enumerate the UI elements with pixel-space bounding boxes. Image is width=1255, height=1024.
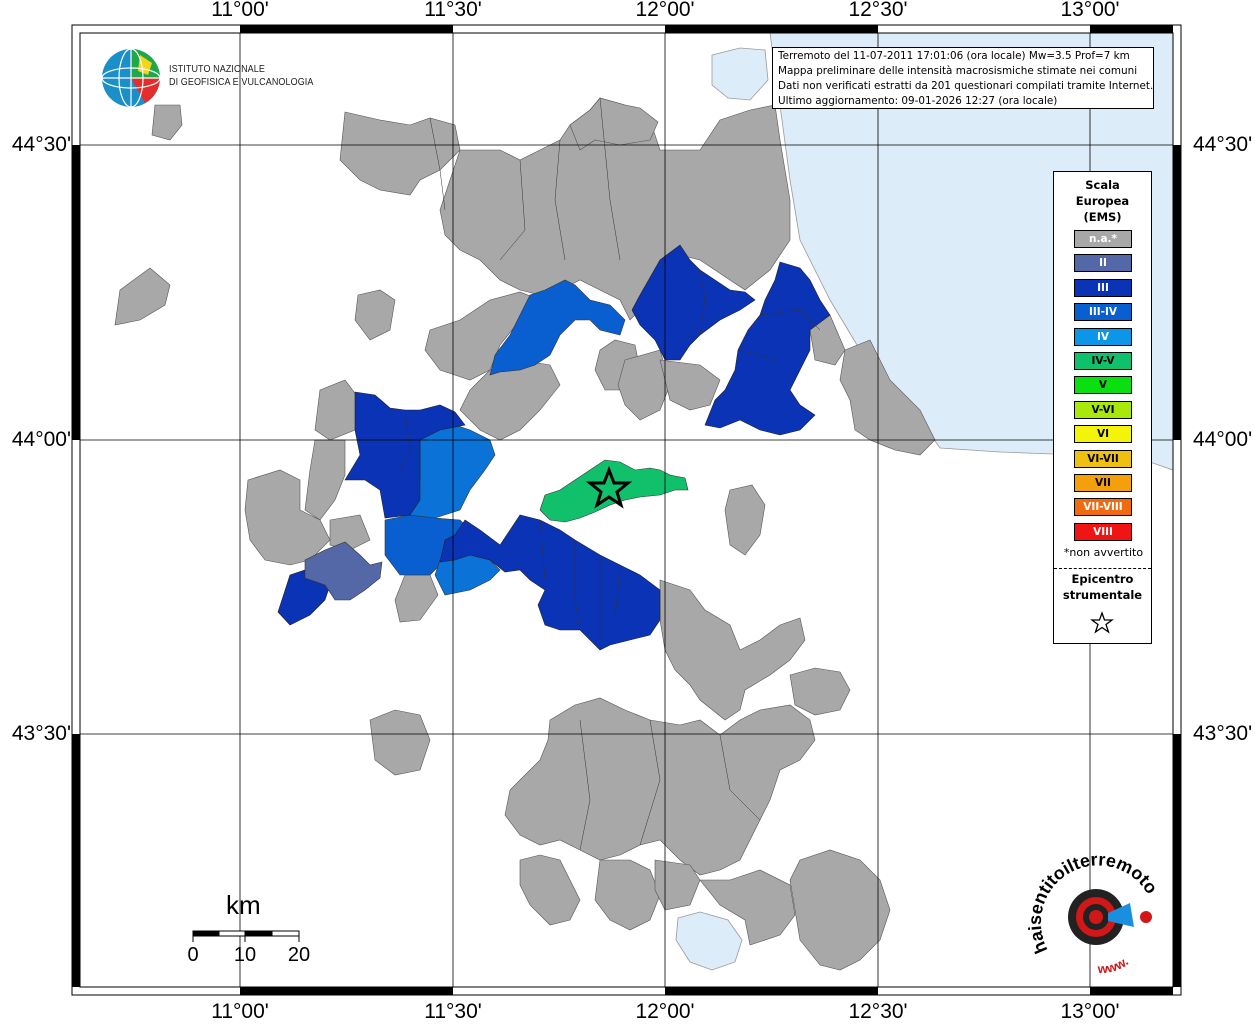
legend-item: n.a.* [1074,230,1132,248]
lat-label-right: 43°30' [1193,722,1253,745]
lon-label-top: 12°00' [635,0,695,21]
scalebar-tick: 0 [187,944,199,966]
legend-item: V-VI [1074,400,1132,419]
lat-label-left: 43°30' [11,722,71,745]
legend-item: IV [1074,327,1132,346]
ingv-name-line1: ISTITUTO NAZIONALE [169,64,265,75]
lon-label-top: 11°30' [424,0,482,21]
lon-label-bottom: 11°00' [211,1000,269,1023]
event-info-line: Ultimo aggiornamento: 09-01-2026 12:27 (… [778,95,1058,107]
lon-label-bottom: 11°30' [424,1000,482,1023]
legend-item: IV-V [1074,352,1132,370]
legend-epicenter-title: Epicentro strumentale [1054,571,1151,603]
legend-title-line: Europea [1075,194,1130,208]
lat-label-left: 44°30' [11,133,71,156]
legend-epicenter-line: strumentale [1062,588,1143,602]
event-info-line: Mappa preliminare delle intensità macros… [778,65,1138,77]
legend-item: VII-VIII [1074,498,1132,517]
legend-item: VII [1074,474,1132,492]
legend-epicenter-line: Epicentro [1071,572,1134,586]
legend-divider [1054,568,1151,569]
scalebar-unit: km [226,890,261,920]
ingv-name: ISTITUTO NAZIONALE DI GEOFISICA E VULCAN… [169,63,313,89]
legend-item: II [1074,254,1132,273]
haisentito-logo: haisentitoilterremoto.it www. [1028,855,1162,977]
legend-title-line: (EMS) [1083,210,1122,224]
svg-text:www.: www. [1096,954,1131,977]
lat-label-right: 44°00' [1193,428,1253,451]
globe-icon [101,48,161,108]
lon-label-bottom: 12°00' [635,1000,695,1023]
lon-label-bottom: 12°30' [848,1000,908,1023]
scalebar-tick: 10 [233,944,257,966]
event-info-line: Dati non verificati estratti da 201 ques… [778,80,1154,92]
legend-item: VI [1074,425,1132,444]
lon-label-top: 11°00' [211,0,269,21]
ingv-name-line2: DI GEOFISICA E VULCANOLOGIA [169,77,314,88]
legend-item: III-IV [1074,303,1132,322]
legend-item: VI-VII [1074,449,1132,468]
legend-item: VIII [1074,522,1132,541]
lon-label-bottom: 13°00' [1060,1000,1120,1023]
legend-title: Scala Europea (EMS) [1054,177,1151,225]
lon-label-top: 12°30' [848,0,908,21]
legend-item: III [1074,278,1132,297]
legend-item: V [1074,376,1132,395]
brand-www: www. [1096,954,1131,977]
lon-label-top: 13°00' [1060,0,1120,21]
lat-label-left: 44°00' [11,428,71,451]
scalebar-tick: 20 [287,944,311,966]
event-info-line: Terremoto del 11-07-2011 17:01:06 (ora l… [778,50,1130,62]
legend: Scala Europea (EMS) n.a.* II III III-IV IV IV… [1053,171,1152,644]
star-icon [1090,611,1114,634]
event-info-box: Terremoto del 11-07-2011 17:01:06 (ora l… [772,47,1154,109]
legend-title-line: Scala [1085,178,1120,192]
legend-note: *non avvertito [1063,546,1144,559]
lat-label-right: 44°30' [1193,133,1253,156]
